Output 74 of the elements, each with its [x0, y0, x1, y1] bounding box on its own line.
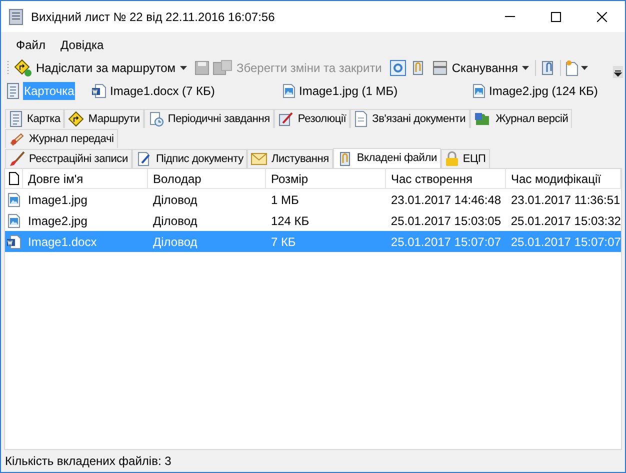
document-icon: [9, 111, 23, 127]
tab[interactable]: Листування: [247, 149, 333, 168]
table-cell-text: Діловод: [152, 212, 198, 230]
image-file-icon: [283, 84, 295, 98]
tab[interactable]: Підпис документу: [132, 149, 248, 168]
table-cell-text: Діловод: [152, 234, 198, 250]
tab[interactable]: Журнал версій: [470, 109, 572, 128]
menu-item[interactable]: Довідка: [54, 34, 111, 56]
attachment-link[interactable]: Image1.docx (7 КБ): [109, 82, 216, 100]
table-cell-text: 25.01.2017 15:03:05: [390, 212, 502, 230]
tab[interactable]: ЕЦП: [440, 149, 490, 168]
table-cell-text: 25.01.2017 15:07:07: [510, 234, 621, 250]
menu-item[interactable]: Файл: [9, 34, 53, 56]
document-clock-icon: [148, 111, 164, 127]
tab[interactable]: Вкладені файли: [332, 148, 441, 168]
table-cell-text: Image1.docx: [28, 234, 97, 250]
column-header[interactable]: Довге ім'я: [23, 169, 148, 188]
maximize-icon: [551, 12, 561, 22]
table-row[interactable]: Image1.jpg Діловод 1 МБ 23.01.2017 14:46:48 23.01.2017 11:36:51: [5, 189, 621, 210]
overflow-icon[interactable]: [613, 66, 623, 78]
tab[interactable]: Періодичні завдання: [144, 109, 274, 128]
new-document-button[interactable]: [565, 60, 588, 76]
caret-icon: [180, 66, 187, 70]
settings-icon[interactable]: [390, 60, 406, 76]
tab[interactable]: Картка: [5, 109, 64, 128]
caret-icon: [522, 66, 530, 70]
document-icon: [354, 111, 368, 127]
table-cell-text: 7 КБ: [270, 234, 296, 250]
caret-icon: [581, 66, 588, 70]
pen-document-icon: [136, 151, 152, 167]
column-header[interactable]: Розмір: [266, 169, 386, 188]
envelope-icon: [251, 153, 268, 165]
lock-icon: [444, 151, 459, 167]
table-cell-text: 25.01.2017 15:03:32: [510, 212, 621, 230]
document-icon: [9, 8, 23, 24]
send-button[interactable]: Надіслати за маршрутом: [14, 59, 187, 77]
column-header[interactable]: Володар: [148, 169, 266, 188]
scan-button[interactable]: Сканування: [432, 59, 530, 77]
word-file-icon: [7, 234, 21, 248]
attachment-link[interactable]: Image2.jpg (124 КБ): [488, 82, 599, 100]
table-cell-text: Image2.jpg: [28, 212, 88, 230]
table-cell-text: 1 МБ: [271, 192, 299, 208]
image-file-icon: [8, 192, 20, 206]
table-cell-text: 25.01.2017 15:07:07: [390, 234, 502, 250]
minimize-icon: [505, 16, 515, 17]
attachment-link[interactable]: Image1.jpg (1 МБ): [298, 82, 399, 100]
close-icon: [597, 12, 607, 22]
table-cell-text: Діловод: [153, 192, 198, 208]
table-cell-text: Image1.jpg: [28, 192, 88, 208]
window-title: Вихідний лист № 22 від 22.11.2016 16:07:56: [31, 8, 275, 26]
tab[interactable]: Маршрути: [64, 109, 144, 128]
table-cell-text: 124 КБ: [270, 212, 310, 230]
scanner-icon: [432, 60, 448, 76]
brush-icon: [9, 151, 25, 167]
column-header[interactable]: Час модифікації: [506, 169, 621, 188]
file-icon: [8, 172, 18, 185]
table-row[interactable]: Image2.jpg Діловод 124 КБ 25.01.2017 15:03:05 25.01.2017 15:03:32: [5, 210, 621, 231]
new-document-icon: [565, 60, 580, 76]
table-cell-text: 23.01.2017 11:36:51: [511, 192, 620, 208]
image-file-icon: [8, 214, 20, 228]
image-file-icon: [473, 84, 485, 98]
route-sign-icon: [14, 59, 32, 77]
toolbar-grip-icon: [7, 60, 10, 76]
word-file-icon: [92, 84, 106, 98]
status-text: Кількість вкладених файлів: 3: [5, 453, 172, 470]
document-icon: [6, 82, 20, 98]
route-sign-icon: [68, 111, 84, 127]
table-cell-text: 23.01.2017 14:46:48: [391, 192, 502, 208]
pen-document-icon: [278, 111, 294, 127]
column-header[interactable]: Час створення: [386, 169, 506, 188]
tab[interactable]: Зв'язані документи: [350, 109, 470, 128]
tab[interactable]: Журнал передачі: [5, 129, 118, 148]
tab[interactable]: Реєстраційні записи: [5, 149, 132, 168]
tab[interactable]: Резолюції: [274, 109, 350, 128]
